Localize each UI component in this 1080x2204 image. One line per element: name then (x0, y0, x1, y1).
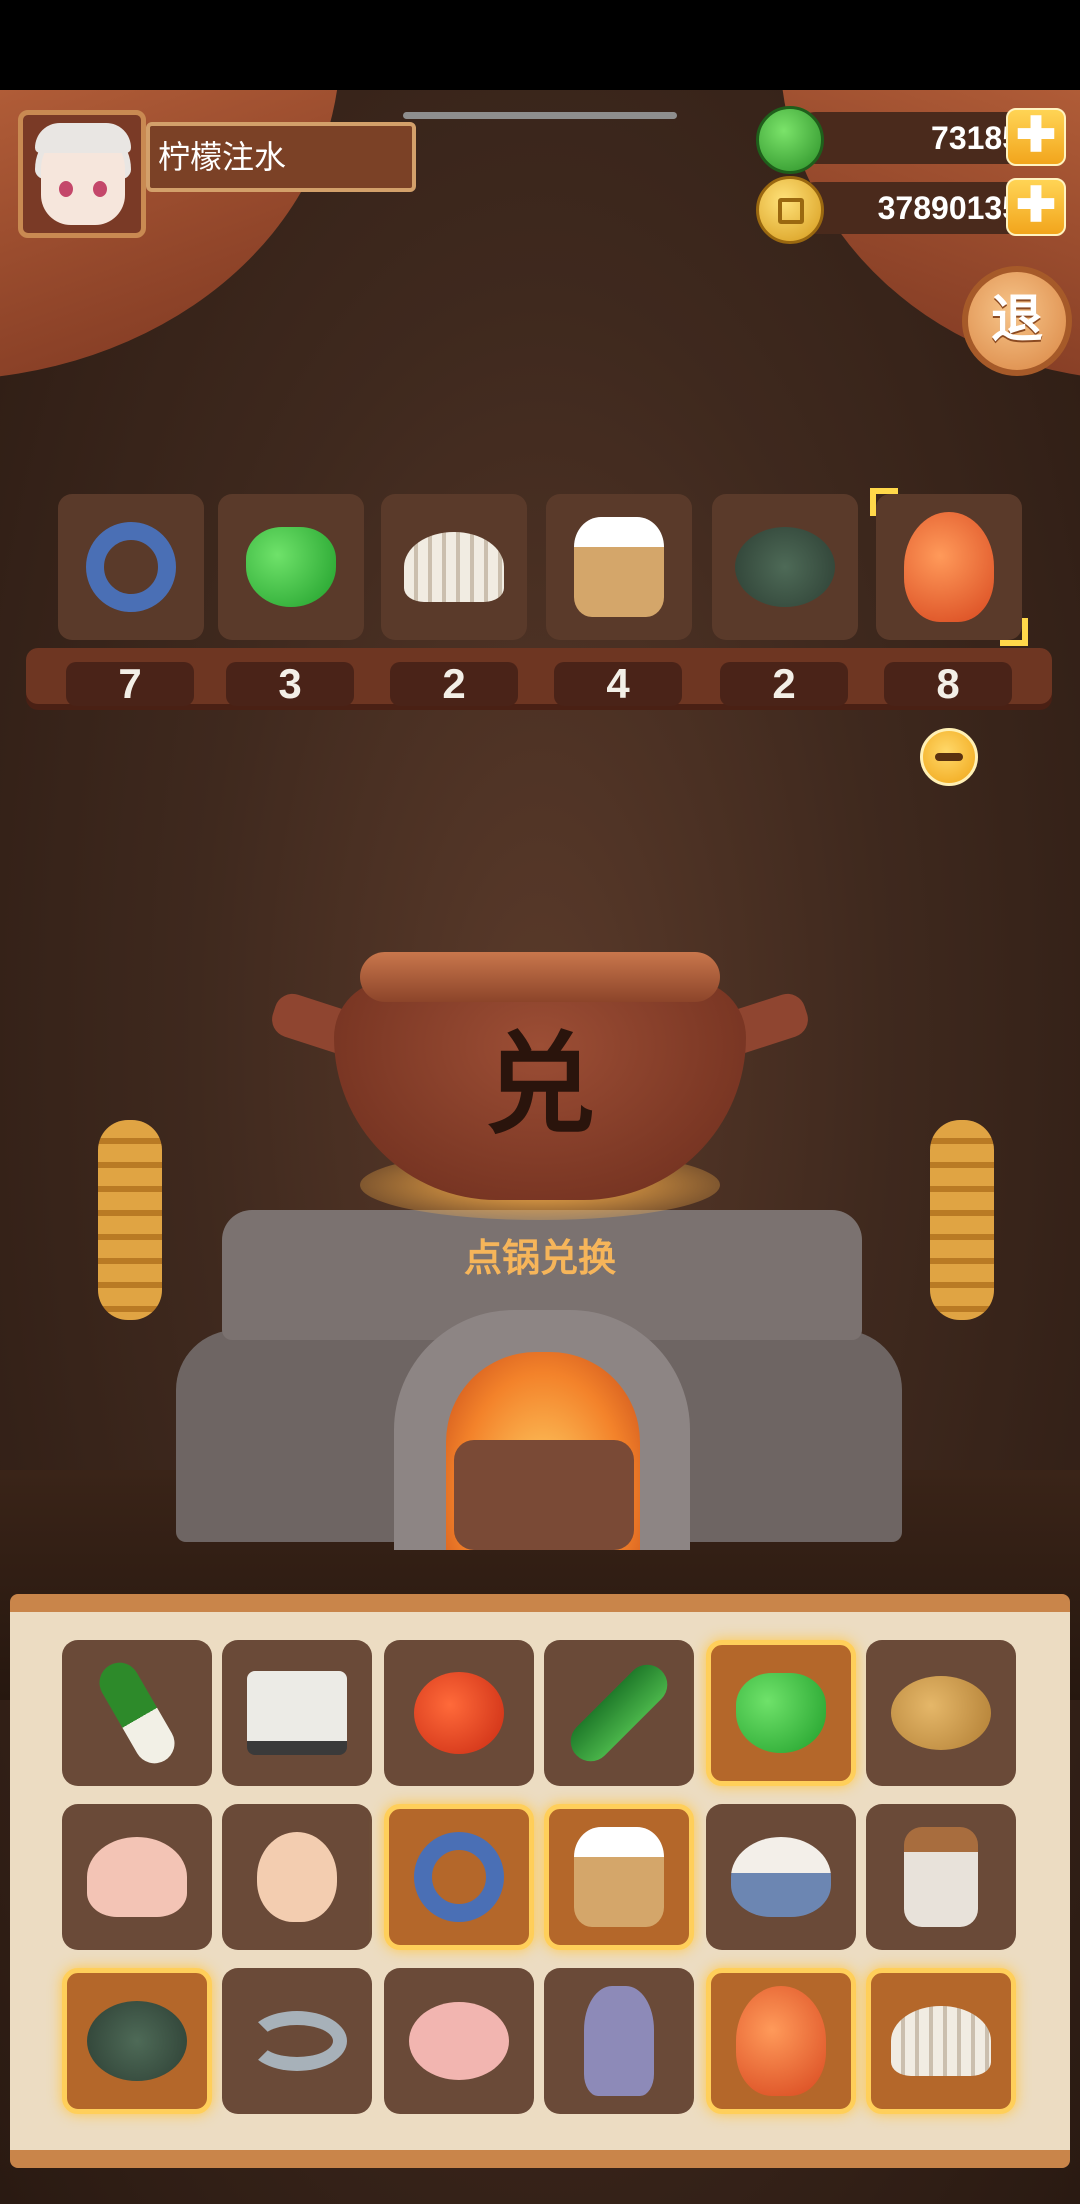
inventory-cell-selected[interactable] (706, 1968, 856, 2114)
inventory-cell[interactable] (384, 1968, 534, 2114)
gem-icon (756, 106, 824, 174)
inventory-cell-selected[interactable] (866, 1968, 1016, 2114)
home-indicator (403, 112, 677, 119)
hanging-corn-right (930, 1120, 994, 1320)
slot-count: 2 (390, 662, 518, 706)
inventory-cell[interactable] (544, 1968, 694, 2114)
inventory-cell-selected[interactable] (544, 1804, 694, 1950)
leek-icon (92, 1655, 182, 1771)
exchange-slot[interactable] (546, 494, 692, 640)
carp-icon (904, 512, 994, 622)
inventory-cell[interactable] (706, 1804, 856, 1950)
inventory-cell[interactable] (544, 1640, 694, 1786)
slot-count: 7 (66, 662, 194, 706)
clam-icon (891, 2006, 991, 2076)
firewood-icon (454, 1440, 634, 1550)
slot-count: 3 (226, 662, 354, 706)
player-name: 柠檬注水 (146, 122, 416, 192)
inventory-cell-selected[interactable] (62, 1968, 212, 2114)
tomato-icon (414, 1672, 504, 1754)
inventory-cell[interactable] (62, 1640, 212, 1786)
flour-sack-icon (574, 517, 664, 617)
add-coins-button[interactable]: ✚ (1006, 178, 1066, 236)
potato-icon (891, 1676, 991, 1750)
remove-item-button[interactable] (920, 728, 978, 786)
squid-icon (584, 1986, 654, 2096)
inventory-cell[interactable] (222, 1968, 372, 2114)
slot-count: 2 (720, 662, 848, 706)
tap-pot-exchange-label[interactable]: 点锅兑换 (382, 1228, 698, 1288)
exchange-slot[interactable] (712, 494, 858, 640)
exchange-slot-selected[interactable] (870, 488, 1028, 646)
carp-icon (736, 1986, 826, 2096)
slot-count: 8 (884, 662, 1012, 706)
jar-icon (904, 1827, 978, 1927)
inventory-cell[interactable] (62, 1804, 212, 1950)
pot-glyph: 兑 (485, 1021, 595, 1149)
inventory-cell[interactable] (384, 1640, 534, 1786)
green-pepper-icon (246, 527, 336, 607)
hanging-corn-left (98, 1120, 162, 1320)
coin-icon (756, 176, 824, 244)
gem-balance: 73185 (790, 112, 1040, 164)
rice-bowl-icon (731, 1837, 831, 1917)
crab-icon (87, 2001, 187, 2081)
inventory-cell[interactable] (222, 1640, 372, 1786)
chicken-icon (87, 1837, 187, 1917)
slot-count: 4 (554, 662, 682, 706)
add-gems-button[interactable]: ✚ (1006, 108, 1066, 166)
tofu-icon (247, 1671, 347, 1755)
inventory-cell[interactable] (866, 1640, 1016, 1786)
green-pepper-icon (736, 1673, 826, 1753)
exchange-slot[interactable] (381, 494, 527, 640)
shrimp-icon (247, 2011, 347, 2071)
egg-icon (257, 1832, 337, 1922)
inventory-cell[interactable] (866, 1804, 1016, 1950)
player-avatar[interactable] (18, 110, 146, 238)
flour-sack-icon (574, 1827, 664, 1927)
clam-icon (404, 532, 504, 602)
exchange-slot[interactable] (58, 494, 204, 640)
coin-balance: 37890135 (790, 182, 1040, 234)
duck-icon (409, 2002, 509, 2080)
inventory-cell-selected[interactable] (384, 1804, 534, 1950)
exit-button[interactable]: 退 (962, 266, 1072, 376)
crab-icon (735, 527, 835, 607)
exchange-slot[interactable] (218, 494, 364, 640)
cucumber-icon (562, 1656, 676, 1770)
inventory-cell[interactable] (222, 1804, 372, 1950)
pot-rim (360, 952, 720, 1002)
inventory-cell-selected[interactable] (706, 1640, 856, 1786)
blue-fish-icon (86, 522, 176, 612)
blue-fish-icon (414, 1832, 504, 1922)
